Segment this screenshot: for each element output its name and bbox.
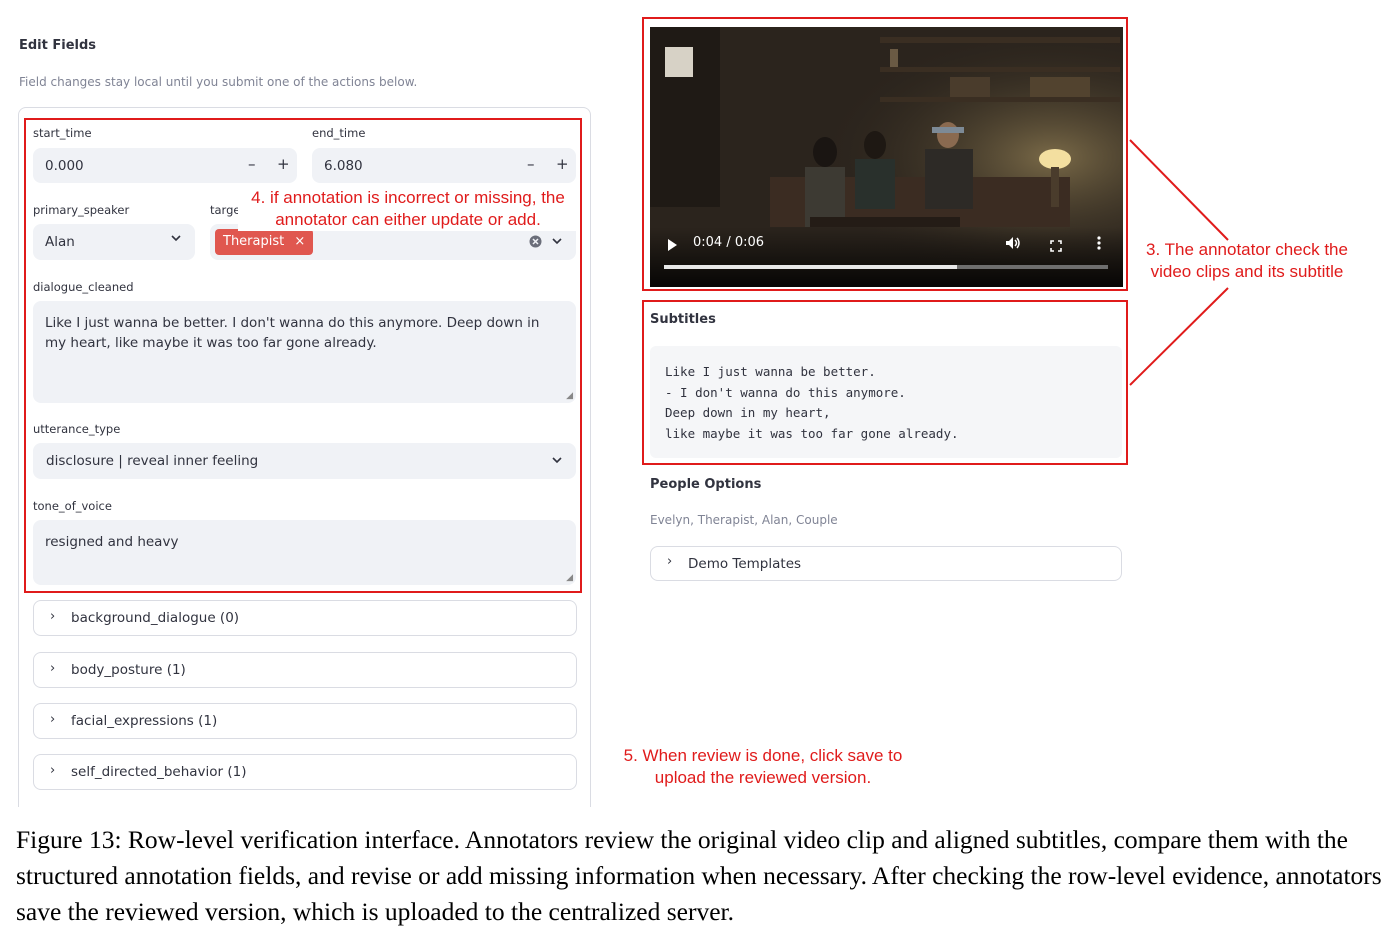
step4-line2: annotator can either update or add. [275, 210, 541, 229]
video-player[interactable]: 0:04 / 0:06 [650, 27, 1123, 287]
chevron-right-icon: › [667, 554, 673, 569]
more-options-icon[interactable] [1097, 235, 1101, 254]
step3-line1: 3. The annotator check the [1146, 240, 1348, 259]
subtitle-line-1: Like I just wanna be better. [665, 364, 876, 379]
step4-line1: 4. if annotation is incorrect or missing… [251, 188, 565, 207]
step5-line1: 5. When review is done, click save to [623, 746, 903, 765]
subtitle-line-2: - I don't wanna do this anymore. [665, 384, 906, 400]
volume-icon[interactable] [1005, 235, 1021, 254]
expander-label: facial_expressions (1) [71, 713, 218, 729]
play-icon[interactable] [667, 236, 678, 255]
step5-annotation: 5. When review is done, click save to up… [600, 745, 926, 789]
step4-annotation: 4. if annotation is incorrect or missing… [238, 187, 578, 231]
edit-fields-title: Edit Fields [19, 38, 97, 53]
expander-label: body_posture (1) [71, 662, 186, 678]
expander-body-posture[interactable]: › body_posture (1) [33, 652, 577, 688]
chevron-right-icon: › [50, 609, 56, 624]
fullscreen-icon[interactable] [1050, 237, 1062, 256]
subtitles-title: Subtitles [650, 312, 716, 327]
expander-background-dialogue[interactable]: › background_dialogue (0) [33, 600, 577, 636]
demo-templates-label: Demo Templates [688, 556, 802, 572]
chevron-right-icon: › [50, 712, 56, 727]
step3-line2: video clips and its subtitle [1150, 262, 1344, 281]
step5-line2: upload the reviewed version. [654, 768, 872, 787]
people-options-list: Evelyn, Therapist, Alan, Couple [650, 513, 838, 527]
chevron-right-icon: › [50, 763, 56, 778]
subtitles-text: Like I just wanna be better. - I don't w… [665, 362, 959, 444]
demo-templates-expander[interactable]: › Demo Templates [650, 546, 1122, 581]
video-time: 0:04 / 0:06 [693, 235, 765, 250]
subtitle-line-4: like maybe it was too far gone already. [665, 425, 959, 441]
video-progress-fill [664, 265, 958, 269]
subtitles-code-block: Like I just wanna be better. - I don't w… [650, 346, 1122, 458]
expander-label: background_dialogue (0) [71, 610, 240, 626]
video-progress-track[interactable] [664, 265, 1108, 269]
step3-annotation: 3. The annotator check the video clips a… [1133, 239, 1361, 283]
subtitle-line-3: Deep down in my heart, [665, 405, 831, 420]
expander-label: self_directed_behavior (1) [71, 764, 247, 780]
edit-fields-note: Field changes stay local until you submi… [19, 75, 418, 89]
expander-facial-expressions[interactable]: › facial_expressions (1) [33, 703, 577, 739]
figure-caption: Figure 13: Row-level verification interf… [16, 825, 1382, 926]
chevron-right-icon: › [50, 661, 56, 676]
people-options-title: People Options [650, 477, 762, 492]
expander-self-directed-behavior[interactable]: › self_directed_behavior (1) [33, 754, 577, 790]
